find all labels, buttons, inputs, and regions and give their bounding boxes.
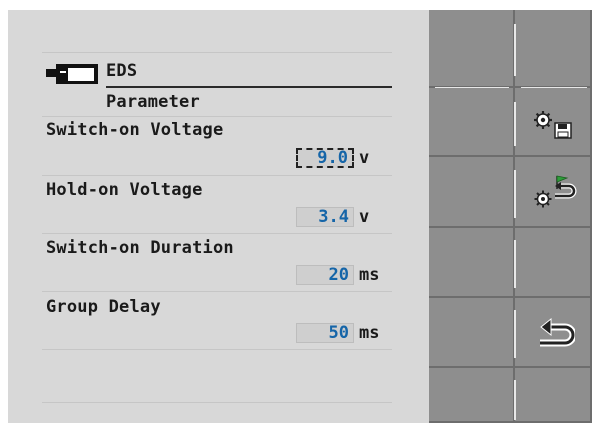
- page-title: EDS: [106, 61, 138, 81]
- divider: [42, 291, 392, 292]
- softkey-left-2[interactable]: [429, 88, 515, 157]
- softkey-right-4[interactable]: [515, 228, 592, 298]
- divider: [42, 175, 392, 176]
- softkey-panel: [429, 10, 592, 423]
- divider: [42, 116, 392, 117]
- switch-on-voltage-value[interactable]: 9.0: [296, 148, 354, 168]
- divider: [42, 52, 392, 53]
- hold-on-voltage-value[interactable]: 3.4: [296, 207, 354, 227]
- softkey-right-6[interactable]: [515, 368, 592, 423]
- parameter-label: Group Delay: [46, 297, 161, 317]
- gear-save-icon: [534, 111, 572, 139]
- screen-frame: EDS Parameter Switch-on Voltage 9.0 v Ho…: [8, 10, 592, 423]
- divider: [514, 380, 516, 420]
- divider: [435, 87, 509, 88]
- unit-label: ms: [359, 265, 380, 285]
- unit-label: v: [359, 207, 370, 227]
- divider: [514, 24, 516, 76]
- softkey-left-5[interactable]: [429, 298, 515, 368]
- parameter-panel: EDS Parameter Switch-on Voltage 9.0 v Ho…: [8, 10, 428, 423]
- softkey-left-4[interactable]: [429, 228, 515, 298]
- eds-device-icon: [46, 64, 98, 84]
- page-subtitle: Parameter: [106, 92, 200, 112]
- unit-label: v: [359, 148, 370, 168]
- divider: [42, 349, 392, 350]
- softkey-left-6[interactable]: [429, 368, 515, 423]
- parameter-label: Hold-on Voltage: [46, 180, 203, 200]
- group-delay-value[interactable]: 50: [296, 323, 354, 343]
- divider: [514, 102, 516, 146]
- divider: [514, 310, 516, 358]
- divider: [42, 402, 392, 403]
- back-arrow-icon: [540, 317, 575, 347]
- parameter-label: Switch-on Duration: [46, 238, 234, 258]
- parameter-label: Switch-on Voltage: [46, 120, 224, 140]
- switch-on-duration-value[interactable]: 20: [296, 265, 354, 285]
- softkey-left-3[interactable]: [429, 157, 515, 228]
- divider: [521, 87, 587, 88]
- divider: [42, 233, 392, 234]
- softkey-right-1[interactable]: [515, 10, 592, 88]
- softkey-left-1[interactable]: [429, 10, 515, 88]
- divider: [514, 240, 516, 288]
- gear-flag-restore-icon: [534, 175, 577, 208]
- divider: [514, 170, 516, 218]
- header-underline: [106, 86, 392, 88]
- unit-label: ms: [359, 323, 380, 343]
